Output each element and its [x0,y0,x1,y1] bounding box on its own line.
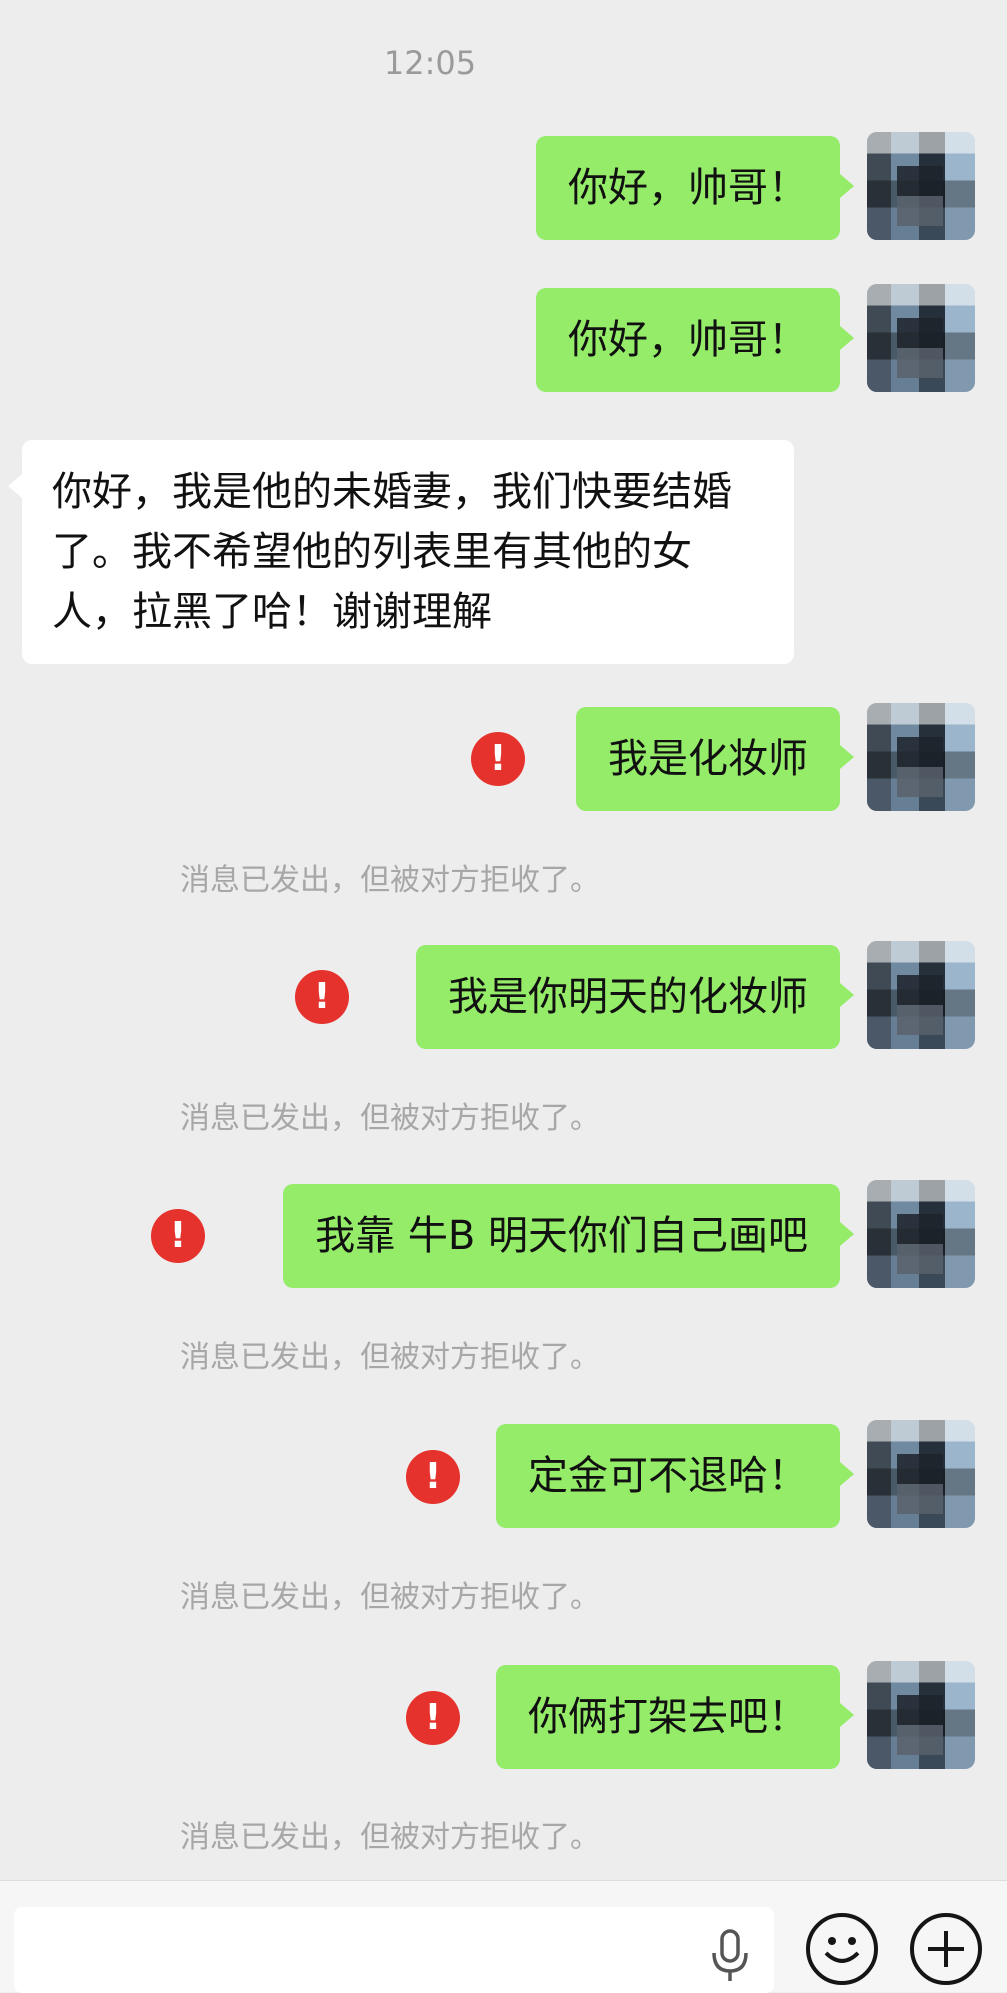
rejected-notice: 消息已发出，但被对方拒收了。 [180,1101,600,1136]
rejected-notice: 消息已发出，但被对方拒收了。 [180,1820,600,1855]
message-bubble[interactable]: 我靠 牛B 明天你们自己画吧 [283,1184,854,1288]
send-failed-icon[interactable]: ! [295,970,349,1024]
message-bubble[interactable]: 你俩打架去吧！ [496,1665,854,1769]
avatar[interactable] [867,132,975,240]
message-bubble[interactable]: 我是你明天的化妆师 [416,945,854,1049]
avatar[interactable] [867,284,975,392]
rejected-notice: 消息已发出，但被对方拒收了。 [180,1580,600,1615]
plus-icon[interactable] [910,1913,982,1985]
input-bar [0,1880,1007,1993]
message-bubble[interactable]: 定金可不退哈！ [496,1424,854,1528]
rejected-notice: 消息已发出，但被对方拒收了。 [180,863,600,898]
rejected-notice: 消息已发出，但被对方拒收了。 [180,1340,600,1375]
message-input[interactable] [14,1907,774,1993]
message-bubble[interactable]: 我是化妆师 [576,707,854,811]
microphone-icon[interactable] [700,1925,760,1985]
send-failed-icon[interactable]: ! [151,1209,205,1263]
avatar[interactable] [867,1661,975,1769]
avatar[interactable] [867,1420,975,1528]
incoming-message-bubble[interactable]: 你好，我是他的未婚妻，我们快要结婚了。我不希望他的列表里有其他的女人，拉黑了哈！… [8,440,794,664]
avatar[interactable] [867,1180,975,1288]
message-bubble[interactable]: 你好，帅哥！ [536,136,854,240]
avatar[interactable] [867,703,975,811]
timestamp: 12:05 [383,44,477,82]
send-failed-icon[interactable]: ! [406,1691,460,1745]
send-failed-icon[interactable]: ! [406,1450,460,1504]
emoji-icon[interactable] [806,1913,878,1985]
chat-area: 12:05 你好，帅哥！ 你好，帅哥！ 你好，我是他的未婚妻，我们快要结婚了。我… [0,0,1007,1880]
message-bubble[interactable]: 你好，帅哥！ [536,288,854,392]
avatar[interactable] [867,941,975,1049]
send-failed-icon[interactable]: ! [471,732,525,786]
